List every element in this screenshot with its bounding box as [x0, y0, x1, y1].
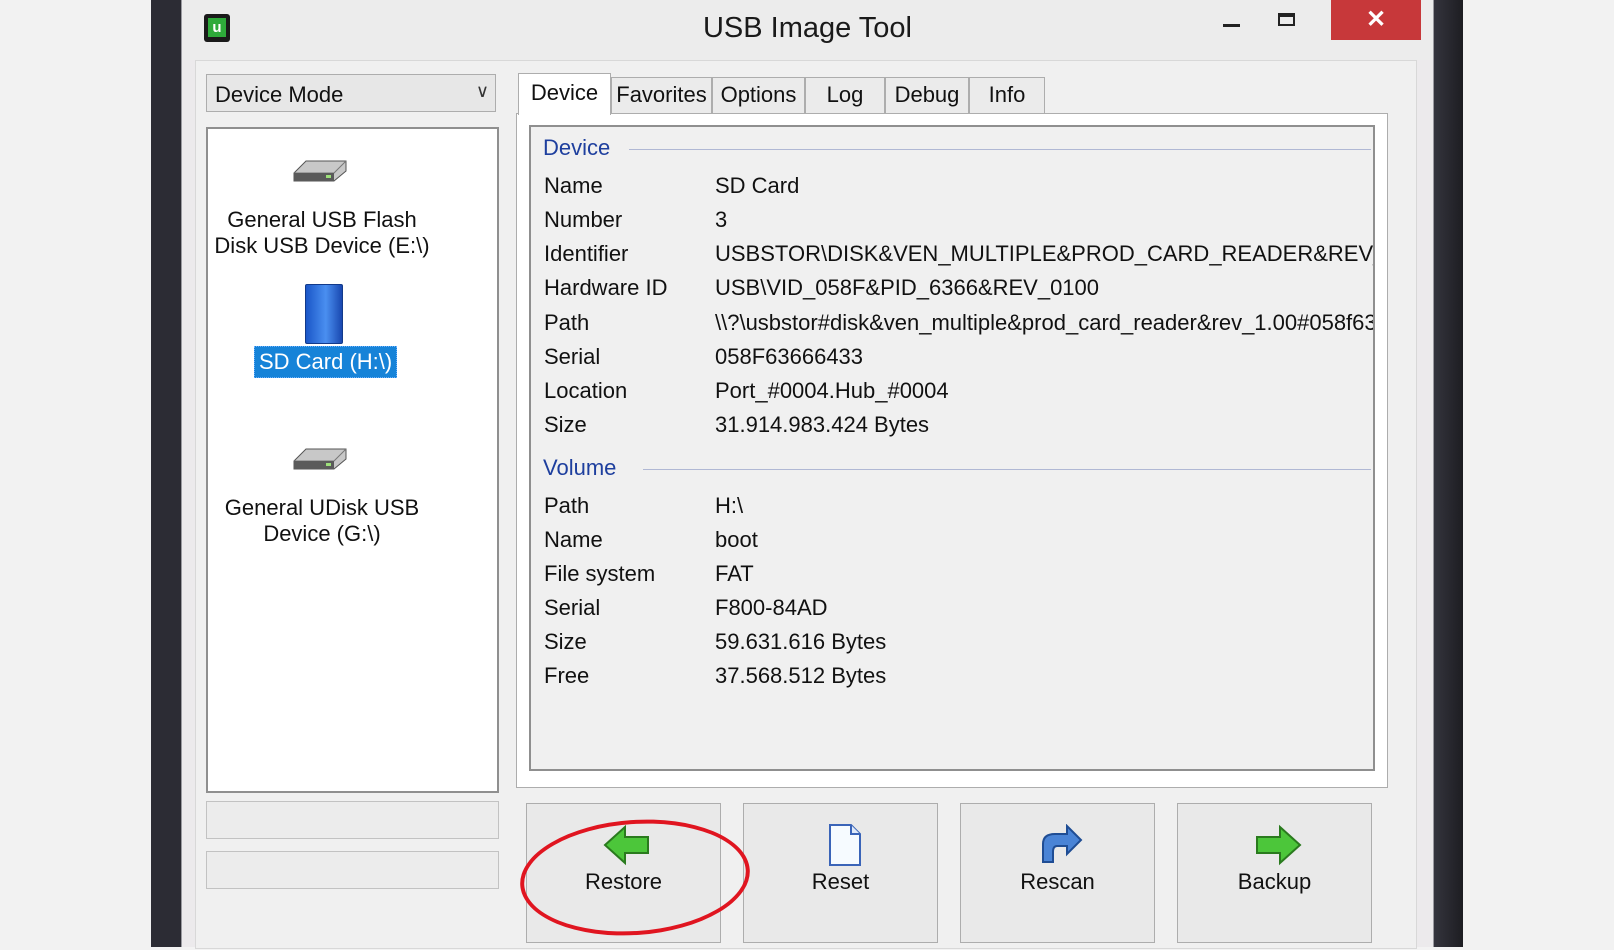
- info-row: Serial F800-84AD: [544, 595, 828, 620]
- client-area: Device Mode ∨ General USB Flash Disk USB…: [195, 60, 1417, 949]
- app-window: u USB Image Tool ✕ Device Mode ∨ General…: [181, 0, 1434, 949]
- mode-select-value: Device Mode: [215, 82, 344, 107]
- info-row: Size 31.914.983.424 Bytes: [544, 412, 930, 437]
- info-row: Hardware ID USB\VID_058F&PID_6366&REV_010…: [544, 275, 1100, 300]
- title-bar[interactable]: u USB Image Tool ✕: [182, 0, 1433, 60]
- sd-card-icon: [305, 284, 343, 344]
- tab-device[interactable]: Device: [518, 73, 611, 115]
- device-label: General USB Flash Disk USB Device (E:\): [214, 207, 430, 258]
- reset-label: Reset: [811, 869, 870, 894]
- background-right: [1463, 0, 1614, 950]
- usb-drive-icon: [293, 448, 347, 470]
- mode-select[interactable]: Device Mode ∨: [206, 74, 496, 112]
- reset-button[interactable]: Reset: [743, 803, 938, 943]
- device-list[interactable]: General USB Flash Disk USB Device (E:\) …: [206, 127, 499, 793]
- backup-button[interactable]: Backup: [1177, 803, 1372, 943]
- close-button[interactable]: ✕: [1331, 0, 1421, 40]
- close-icon: ✕: [1365, 6, 1387, 33]
- info-row: Location Port_#0004.Hub_#0004: [544, 378, 949, 403]
- tab-options[interactable]: Options: [712, 77, 805, 113]
- blank-document-icon: [829, 824, 861, 866]
- backup-label: Backup: [1237, 869, 1312, 894]
- group-divider: [643, 469, 1371, 470]
- group-divider: [629, 149, 1371, 150]
- usb-drive-icon: [293, 160, 347, 182]
- tab-favorites[interactable]: Favorites: [611, 77, 712, 113]
- status-bar: [206, 851, 499, 889]
- tab-info[interactable]: Info: [969, 77, 1045, 113]
- tab-log[interactable]: Log: [805, 77, 885, 113]
- info-row: Serial 058F63666433: [544, 344, 864, 369]
- device-group-heading: Device: [543, 135, 611, 160]
- tab-debug[interactable]: Debug: [885, 77, 969, 113]
- device-label-selected: SD Card (H:\): [254, 346, 398, 378]
- info-row: Path \\?\usbstor#disk&ven_multiple&prod_c…: [544, 310, 1375, 335]
- info-row: Identifier USBSTOR\DISK&VEN_MULTIPLE&PROD…: [544, 241, 1375, 266]
- rescan-label: Rescan: [1020, 869, 1095, 894]
- info-row: Free 37.568.512 Bytes: [544, 663, 887, 688]
- info-row: Name SD Card: [544, 173, 800, 198]
- device-info-box: Device Name SD Card Number 3 Identifier USB…: [529, 125, 1375, 771]
- blue-refresh-arrow-icon: [1042, 824, 1083, 863]
- maximize-button[interactable]: [1265, 0, 1309, 40]
- green-right-arrow-icon: [1256, 824, 1302, 866]
- minimize-button[interactable]: [1209, 0, 1253, 40]
- device-tab-panel: Device Name SD Card Number 3 Identifier USB…: [516, 113, 1388, 788]
- rescan-button[interactable]: Rescan: [960, 803, 1155, 943]
- device-label: General UDisk USB Device (G:\): [224, 495, 420, 546]
- info-row: Name boot: [544, 527, 758, 552]
- desktop-edge-left: [151, 0, 181, 947]
- progress-bar: [206, 801, 499, 839]
- info-row: Number 3: [544, 207, 728, 232]
- info-row: File system FAT: [544, 561, 754, 586]
- desktop-edge-right: [1432, 0, 1463, 947]
- volume-group-heading: Volume: [543, 455, 617, 480]
- info-row: Path H:\: [544, 493, 744, 518]
- info-row: Size 59.631.616 Bytes: [544, 629, 887, 654]
- chevron-down-icon[interactable]: ∨: [476, 81, 489, 102]
- background-left: [0, 0, 151, 950]
